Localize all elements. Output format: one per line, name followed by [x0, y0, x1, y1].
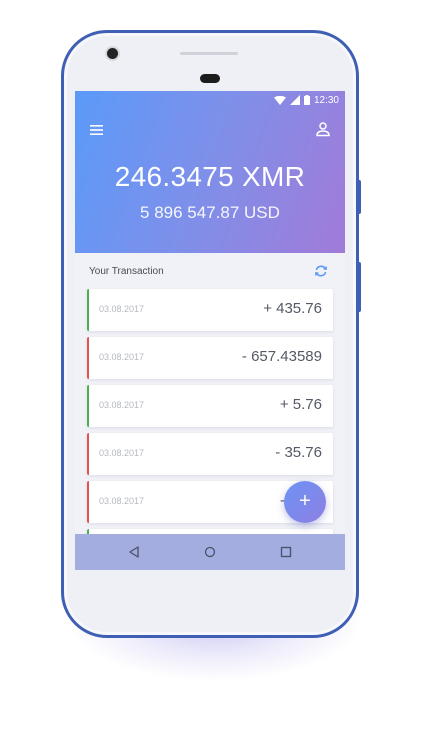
- back-icon[interactable]: [127, 545, 141, 559]
- transaction-amount: + 435.76: [263, 300, 322, 317]
- transaction-row[interactable]: 03.08.2017 + 435.76: [87, 289, 333, 331]
- android-nav-bar: [75, 534, 345, 570]
- recent-apps-icon[interactable]: [280, 546, 292, 558]
- volume-button: [357, 180, 361, 214]
- status-time: 12:30: [313, 94, 339, 106]
- transactions-title: Your Transaction: [89, 266, 164, 277]
- transaction-row[interactable]: 03.08.2017 + 5.76: [87, 385, 333, 427]
- hamburger-menu-icon[interactable]: [89, 123, 105, 137]
- transaction-date: 03.08.2017: [99, 304, 145, 314]
- refresh-icon[interactable]: [314, 264, 328, 278]
- transaction-amount: - 657.43589: [241, 348, 322, 365]
- earpiece-speaker: [180, 52, 238, 55]
- transaction-amount: + 5.76: [279, 396, 322, 413]
- transaction-row[interactable]: 03.08.2017 - 657.43589: [87, 337, 333, 379]
- add-transaction-button[interactable]: +: [284, 481, 326, 523]
- power-button: [357, 262, 361, 312]
- transaction-amount: - 35.76: [275, 444, 322, 461]
- status-bar: 12:30: [273, 93, 339, 107]
- signal-icon: [289, 95, 300, 105]
- user-profile-icon[interactable]: [315, 121, 331, 137]
- proximity-sensor: [200, 74, 220, 83]
- xmr-balance: 246.3475 XMR: [114, 161, 306, 192]
- wallet-header: 12:30 246.3475 XMR 5 896 547.87 USD: [75, 91, 345, 253]
- transaction-date: 03.08.2017: [99, 496, 145, 506]
- transaction-date: 03.08.2017: [99, 352, 145, 362]
- transaction-date: 03.08.2017: [99, 400, 145, 410]
- transaction-date: 03.08.2017: [99, 448, 145, 458]
- home-icon[interactable]: [203, 545, 217, 559]
- battery-icon: [303, 95, 310, 105]
- usd-balance: 5 896 547.87 USD: [140, 203, 280, 222]
- app-screen: 12:30 246.3475 XMR 5 896 547.87 USD Your…: [75, 91, 345, 570]
- front-camera: [107, 48, 118, 59]
- transaction-row[interactable]: 03.08.2017 - 35.76: [87, 433, 333, 475]
- wifi-icon: [273, 95, 286, 105]
